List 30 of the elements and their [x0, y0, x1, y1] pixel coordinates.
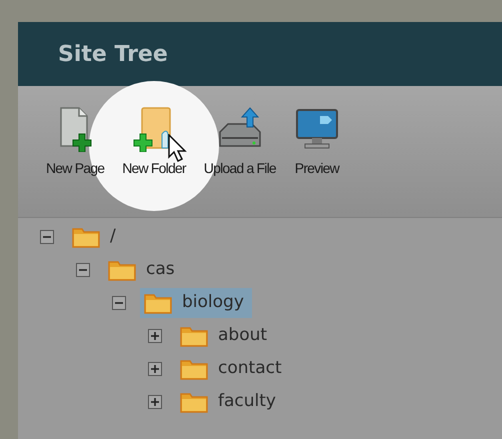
- tree-item[interactable]: cas: [104, 254, 183, 284]
- expand-toggle[interactable]: [148, 328, 162, 342]
- tree-item-label: contact: [218, 356, 282, 380]
- tree-item-label: /: [110, 224, 116, 248]
- folder-icon: [72, 226, 100, 248]
- tree-item[interactable]: biology: [140, 288, 252, 318]
- folder-icon: [180, 358, 208, 380]
- folder-icon: [180, 390, 208, 412]
- panel-title: Site Tree: [58, 40, 168, 68]
- tree-item-label: about: [218, 324, 268, 347]
- tree-item[interactable]: about: [176, 320, 276, 350]
- cursor-icon: [168, 134, 188, 162]
- plus-icon: [150, 364, 160, 374]
- tree-item[interactable]: contact: [176, 354, 290, 384]
- expand-toggle[interactable]: [148, 394, 162, 408]
- collapse-toggle[interactable]: [76, 262, 90, 276]
- folder-icon: [144, 292, 172, 314]
- plus-icon: [150, 330, 160, 340]
- collapse-toggle[interactable]: [40, 230, 54, 244]
- tree-item-label: biology: [182, 290, 244, 314]
- folder-icon: [180, 324, 208, 346]
- plus-icon: [150, 396, 160, 406]
- tree-item-label: faculty: [218, 390, 276, 413]
- tree-item[interactable]: faculty: [176, 386, 284, 416]
- toolbar-button[interactable]: Preview: [294, 106, 340, 179]
- expand-toggle[interactable]: [148, 362, 162, 376]
- tree-item[interactable]: /: [68, 222, 124, 252]
- folder-icon: [108, 258, 136, 280]
- collapse-toggle[interactable]: [112, 296, 126, 310]
- tree-item-label: cas: [146, 258, 175, 281]
